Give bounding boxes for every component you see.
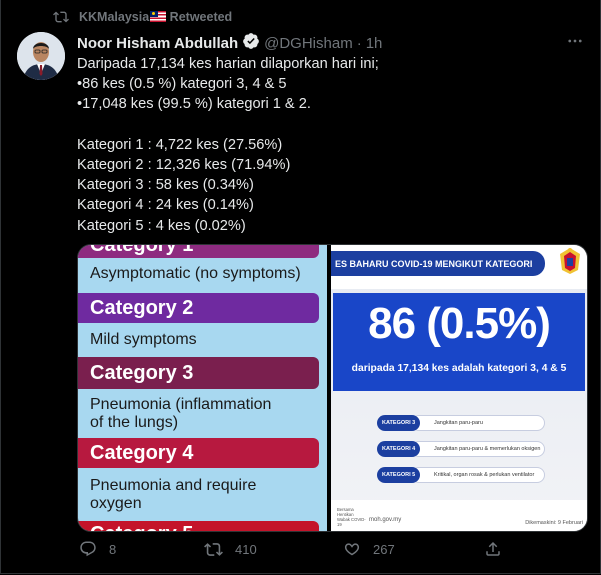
infographic-subtitle: daripada 17,134 kes adalah kategori 3, 4…	[351, 363, 567, 374]
author-handle[interactable]: @DGHisham	[264, 35, 353, 52]
share-button[interactable]	[484, 540, 502, 558]
tweet-media[interactable]: Category 1 Asymptomatic (no symptoms) Ca…	[77, 244, 588, 532]
category-3-desc: Pneumonia (inflammation of the lungs)	[90, 396, 272, 431]
infographic-row-k4: KATEGORI 4 Jangkitan paru-paru & memerlu…	[377, 441, 545, 457]
avatar[interactable]	[17, 32, 65, 80]
header-separator: ·	[356, 34, 362, 52]
infographic-banner: ES BAHARU COVID-19 MENGIKUT KATEGORI	[331, 251, 545, 276]
like-count: 267	[373, 541, 395, 557]
media-image-categories[interactable]: Category 1 Asymptomatic (no symptoms) Ca…	[78, 245, 327, 531]
category-1-label: Category 1	[78, 245, 319, 258]
infographic-row-k5: KATEGORI 5 Kritikal, organ rosak & perlu…	[377, 467, 545, 483]
retweet-count: 410	[235, 542, 257, 557]
tweet-actions: 8 410 267	[1, 540, 601, 562]
kategori-5-pill: KATEGORI 5	[377, 467, 421, 483]
retweet-context: KKMalaysia Retweeted	[53, 9, 232, 25]
category-1-desc: Asymptomatic (no symptoms)	[90, 265, 301, 282]
media-image-infographic[interactable]: ES BAHARU COVID-19 MENGIKUT KATEGORI 86 …	[331, 245, 587, 531]
category-3-label: Category 3	[78, 357, 319, 389]
infographic-footer	[331, 500, 587, 531]
kategori-3-pill: KATEGORI 3	[377, 415, 421, 431]
category-4-label: Category 4	[78, 438, 319, 468]
more-options-icon[interactable]	[564, 30, 586, 52]
tweet-header: Noor Hisham Abdullah @DGHisham · 1h	[77, 32, 382, 54]
tweet-text: Daripada 17,134 kes harian dilaporkan ha…	[77, 56, 379, 234]
category-5-label: Category 5	[78, 521, 319, 531]
infographic-big-number: 86 (0.5%)	[368, 299, 551, 348]
kategori-4-pill: KATEGORI 4	[377, 441, 421, 457]
malaysia-crest-icon	[556, 246, 584, 281]
category-2-label: Category 2	[78, 293, 319, 323]
category-4-desc: Pneumonia and require oxygen	[90, 477, 257, 512]
kategori-4-desc: Jangkitan paru-paru & memerlukan oksigen	[411, 441, 545, 457]
reply-button[interactable]: 8	[79, 540, 116, 558]
retweet-button[interactable]: 410	[204, 540, 257, 559]
malaysia-flag-icon	[150, 11, 167, 22]
tweet-timestamp[interactable]: 1h	[366, 35, 383, 52]
kategori-5-desc: Kritikal, organ rosak & perlukan ventila…	[411, 467, 545, 483]
infographic-row-k3: KATEGORI 3 Jangkitan paru-paru	[377, 415, 545, 431]
like-button[interactable]: 267	[343, 540, 395, 558]
category-2-desc: Mild symptoms	[90, 331, 197, 348]
infographic-updated: Dikemaskini: 9 Februari	[525, 520, 583, 526]
retweet-icon	[53, 11, 69, 23]
retweet-action-icon	[204, 543, 223, 556]
infographic-site: moh.gov.my	[369, 517, 402, 523]
retweeter-name[interactable]: KKMalaysia	[79, 10, 149, 24]
retweeted-label: Retweeted	[169, 10, 233, 24]
heart-icon	[344, 543, 360, 556]
author-name[interactable]: Noor Hisham Abdullah	[77, 35, 238, 52]
reply-count: 8	[109, 541, 117, 557]
tweet-card[interactable]: KKMalaysia Retweeted Noor Hisham Abdulla…	[0, 0, 601, 574]
verified-badge-icon	[242, 32, 260, 54]
reply-icon	[80, 541, 96, 557]
kategori-3-desc: Jangkitan paru-paru	[411, 415, 545, 431]
infographic-logo-text: Bersama Hentikan Wabak COVID-19	[337, 507, 366, 527]
share-icon	[486, 541, 500, 556]
